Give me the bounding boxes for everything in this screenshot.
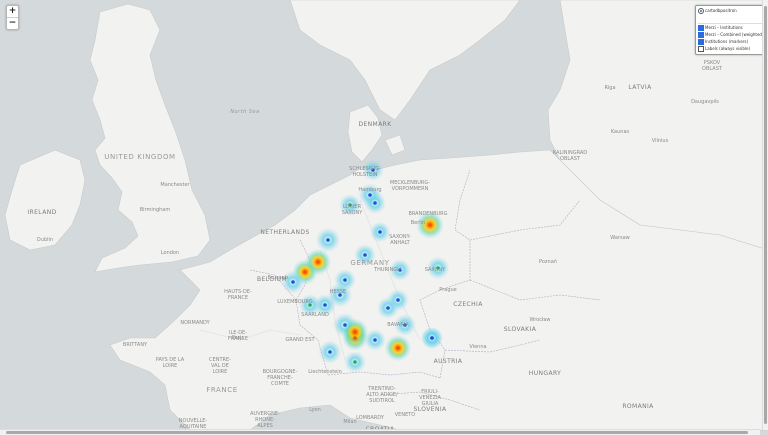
institution-marker	[338, 293, 342, 297]
institution-marker	[396, 298, 400, 302]
layer-control: cartodbpositron Merzi – Institutions Mer…	[695, 5, 765, 55]
radio-icon[interactable]	[698, 8, 704, 14]
horizontal-scrollbar[interactable]	[0, 429, 760, 435]
checkbox-icon[interactable]	[698, 25, 704, 31]
map-container[interactable]: LATVIA UNITED KINGDOM IRELAND NETHERLANDS BE…	[0, 0, 768, 435]
institution-marker	[343, 278, 347, 282]
overlay-label: Merzi – Combined (weighted)	[705, 32, 764, 37]
institution-marker	[323, 303, 327, 307]
zoom-in-button[interactable]: +	[7, 6, 18, 17]
institution-marker	[353, 336, 357, 340]
scrollbar-thumb[interactable]	[6, 431, 748, 434]
institution-marker	[378, 230, 382, 234]
vertical-scrollbar[interactable]	[762, 0, 768, 430]
zoom-control: + −	[6, 5, 19, 30]
institution-marker	[436, 266, 440, 270]
overlay-label: Labels (always visible)	[705, 46, 751, 51]
heatmap-overlay	[281, 159, 450, 373]
institution-marker	[398, 268, 402, 272]
checkbox-icon[interactable]	[698, 39, 704, 45]
institution-marker	[348, 203, 352, 207]
scrollbar-thumb[interactable]	[764, 6, 767, 424]
overlay-label: Institutions (markers)	[705, 39, 749, 44]
checkbox-icon[interactable]	[698, 46, 704, 52]
institution-marker	[396, 346, 400, 350]
overlay-option[interactable]: Merzi – Combined (weighted)	[698, 32, 764, 38]
institution-marker	[303, 270, 307, 274]
institution-marker	[428, 223, 432, 227]
overlay-label: Merzi – Institutions	[705, 25, 743, 30]
institution-marker	[363, 253, 367, 257]
base-layer-option[interactable]: cartodbpositron	[698, 8, 737, 14]
institution-marker	[291, 280, 295, 284]
institution-marker	[328, 350, 332, 354]
institution-marker	[343, 323, 347, 327]
base-layer-label: cartodbpositron	[705, 8, 737, 13]
overlay-option[interactable]: Labels (always visible)	[698, 46, 750, 52]
institution-marker	[386, 306, 390, 310]
zoom-out-button[interactable]: −	[7, 17, 18, 29]
institution-marker	[371, 168, 375, 172]
institution-marker	[353, 360, 357, 364]
institution-marker	[326, 238, 330, 242]
institution-marker	[430, 336, 434, 340]
institution-marker	[373, 201, 377, 205]
institution-marker	[403, 323, 407, 327]
institution-marker	[316, 260, 320, 264]
institution-marker	[353, 330, 357, 334]
checkbox-icon[interactable]	[698, 32, 704, 38]
institution-marker	[308, 303, 312, 307]
institution-marker	[368, 193, 372, 197]
overlay-option[interactable]: Merzi – Institutions	[698, 25, 743, 31]
layer-divider	[698, 23, 762, 24]
overlay-option[interactable]: Institutions (markers)	[698, 39, 748, 45]
institution-marker	[373, 338, 377, 342]
